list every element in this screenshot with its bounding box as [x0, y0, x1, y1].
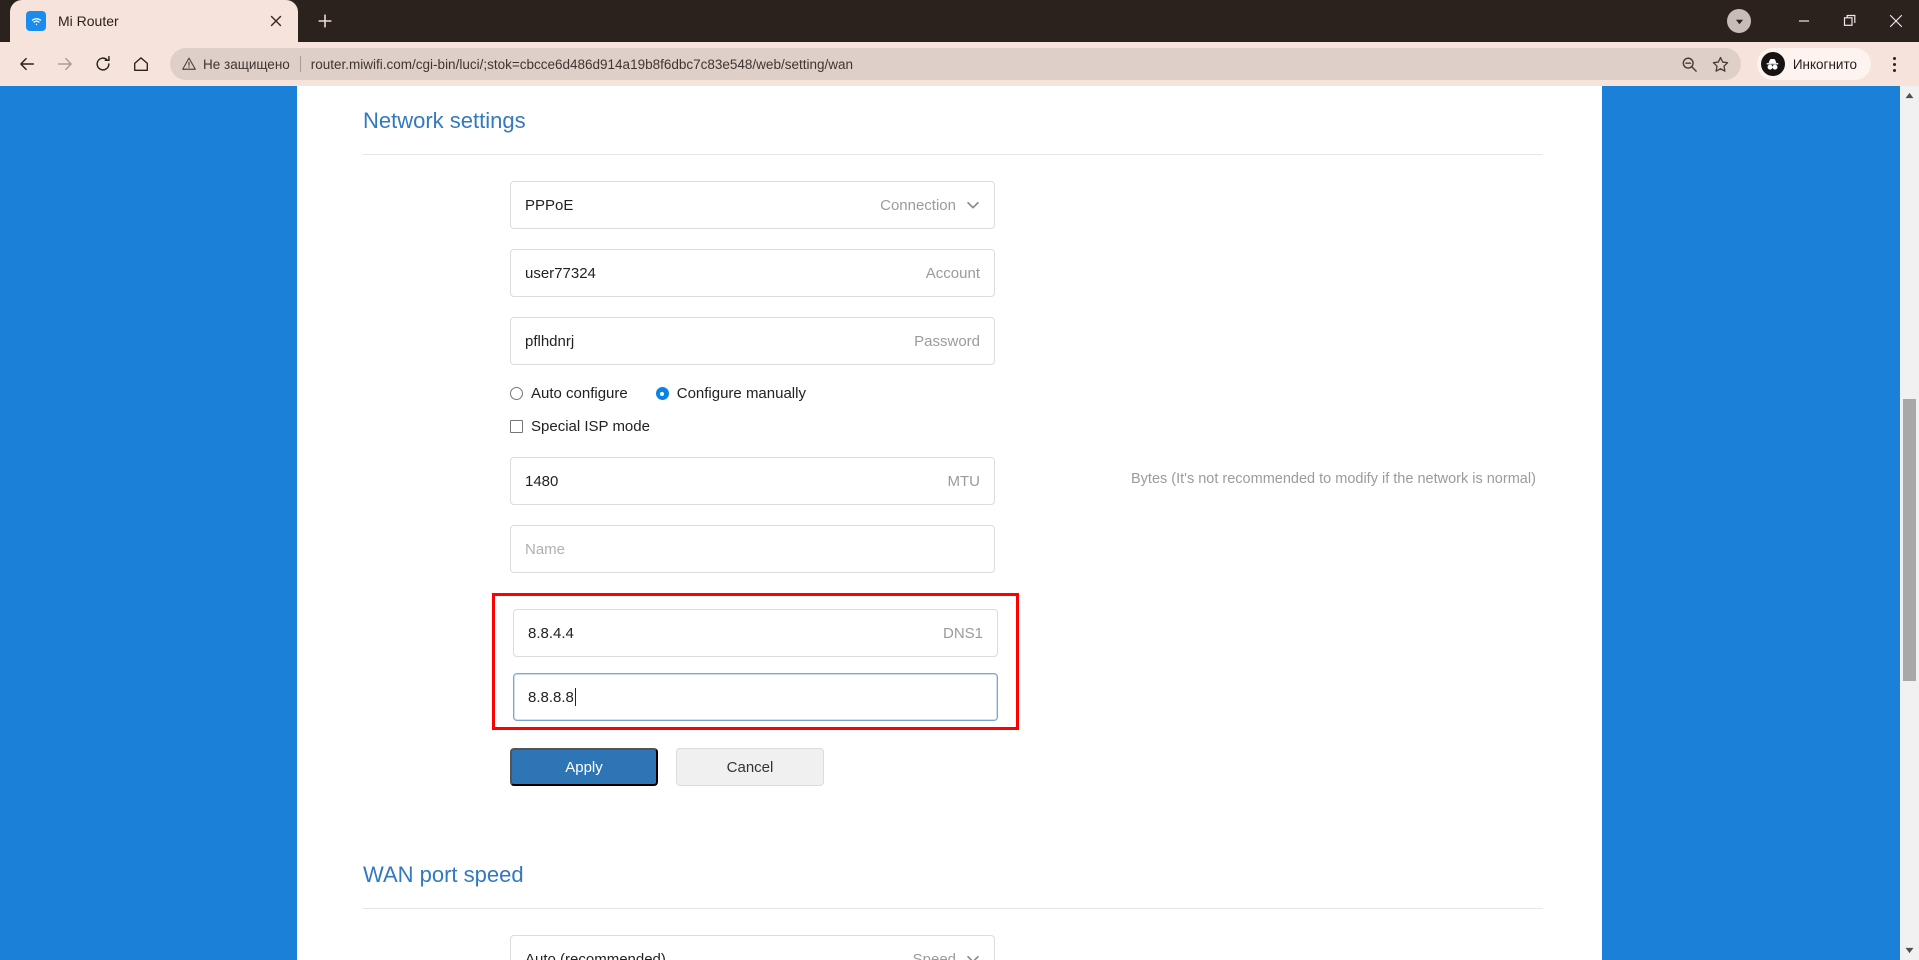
incognito-icon: [1760, 52, 1785, 76]
dns-highlight-box: 8.8.4.4 DNS1 8.8.8.8: [492, 593, 1019, 730]
url-text: router.miwifi.com/cgi-bin/luci/;stok=cbc…: [310, 56, 853, 72]
home-icon[interactable]: [124, 47, 158, 81]
security-status-text: Не защищено: [203, 56, 290, 72]
browser-window: Mi Router Не защищено router.miwifi.com/…: [0, 0, 1919, 960]
page-left-band: [0, 86, 297, 960]
wan-speed-label: Speed: [912, 950, 956, 960]
scroll-down-arrow-icon[interactable]: [1900, 941, 1919, 960]
sync-paused-icon[interactable]: [1727, 9, 1751, 33]
settings-card: Network settings PPPoE Connection user77…: [297, 86, 1602, 960]
service-name-field[interactable]: Name: [510, 525, 995, 573]
connection-type-select[interactable]: PPPoE Connection: [510, 181, 995, 229]
radio-configure-manually-label: Configure manually: [676, 385, 806, 402]
dns1-field[interactable]: 8.8.4.4 DNS1: [513, 609, 998, 657]
chevron-down-icon: [964, 196, 982, 214]
special-isp-mode-label: Special ISP mode: [531, 418, 650, 435]
wifi-icon: [26, 11, 46, 31]
dns2-value: 8.8.8.8: [528, 688, 574, 706]
minimize-icon[interactable]: [1781, 0, 1827, 42]
omnibox-separator: [299, 56, 301, 72]
mtu-hint-text: Bytes (It's not recommended to modify if…: [1131, 471, 1536, 487]
password-field[interactable]: pflhdnrj Password: [510, 317, 995, 365]
restore-icon[interactable]: [1827, 0, 1873, 42]
radio-auto-configure[interactable]: Auto configure: [510, 385, 628, 402]
mtu-field[interactable]: 1480 MTU Bytes (It's not recommended to …: [510, 457, 1536, 505]
dns1-value: 8.8.4.4: [528, 624, 574, 642]
profile-label: Инкогнито: [1792, 56, 1857, 72]
radio-configure-manually[interactable]: Configure manually: [655, 385, 806, 402]
tab-title: Mi Router: [58, 13, 119, 29]
close-icon[interactable]: [264, 9, 288, 33]
page-background: Network settings PPPoE Connection user77…: [0, 86, 1900, 960]
special-isp-mode-checkbox[interactable]: Special ISP mode: [510, 418, 1602, 435]
connection-type-value: PPPoE: [525, 196, 574, 214]
account-field[interactable]: user77324 Account: [510, 249, 995, 297]
mtu-value: 1480: [525, 472, 559, 490]
zoom-out-icon[interactable]: [1681, 56, 1698, 73]
warning-triangle-icon: [182, 57, 196, 71]
dns1-label: DNS1: [942, 624, 983, 642]
page-scrollbar[interactable]: [1900, 86, 1919, 960]
wan-speed-value: Auto (recommended): [525, 950, 666, 960]
address-bar[interactable]: Не защищено router.miwifi.com/cgi-bin/lu…: [170, 48, 1741, 80]
mtu-label: MTU: [947, 472, 981, 490]
password-label: Password: [914, 332, 980, 350]
browser-toolbar: Не защищено router.miwifi.com/cgi-bin/lu…: [0, 42, 1919, 86]
scrollbar-thumb[interactable]: [1903, 399, 1916, 681]
window-controls: [1727, 0, 1919, 42]
wan-port-speed-section: WAN port speed Auto (recommended) Speed: [297, 840, 1602, 960]
forward-arrow-icon[interactable]: [48, 47, 82, 81]
star-icon[interactable]: [1712, 56, 1729, 73]
reload-icon[interactable]: [86, 47, 120, 81]
page-right-band: [1602, 86, 1900, 960]
dns2-field[interactable]: 8.8.8.8: [513, 673, 998, 721]
new-tab-button[interactable]: [310, 6, 340, 36]
scroll-up-arrow-icon[interactable]: [1900, 86, 1919, 105]
back-arrow-icon[interactable]: [10, 47, 44, 81]
browser-tab[interactable]: Mi Router: [10, 0, 298, 42]
configure-mode-radio-group: Auto configure Configure manually: [510, 385, 1602, 402]
page-title: Network settings: [363, 108, 526, 133]
connection-type-label: Connection: [880, 196, 956, 214]
cancel-button[interactable]: Cancel: [676, 748, 824, 786]
service-name-placeholder: Name: [525, 540, 566, 558]
apply-button[interactable]: Apply: [510, 748, 658, 786]
browser-titlebar: Mi Router: [0, 0, 1919, 42]
wan-port-speed-title: WAN port speed: [363, 862, 524, 887]
form-actions: Apply Cancel: [510, 748, 1602, 786]
text-cursor: [574, 688, 576, 706]
checkbox-icon-unchecked: [510, 420, 523, 433]
account-value: user77324: [525, 264, 596, 282]
chevron-down-icon: [964, 950, 982, 960]
close-icon[interactable]: [1873, 0, 1919, 42]
wan-speed-select[interactable]: Auto (recommended) Speed: [510, 935, 995, 960]
three-dot-menu-icon[interactable]: [1879, 56, 1909, 72]
profile-incognito-button[interactable]: Инкогнито: [1756, 48, 1871, 80]
account-label: Account: [925, 264, 980, 282]
radio-icon-unchecked: [510, 387, 523, 400]
network-settings-form: PPPoE Connection user77324 Account pflhd…: [297, 155, 1602, 786]
radio-icon-checked: [655, 387, 669, 400]
password-value: pflhdnrj: [525, 332, 575, 350]
page-viewport: Network settings PPPoE Connection user77…: [0, 86, 1919, 960]
radio-auto-configure-label: Auto configure: [531, 385, 628, 402]
